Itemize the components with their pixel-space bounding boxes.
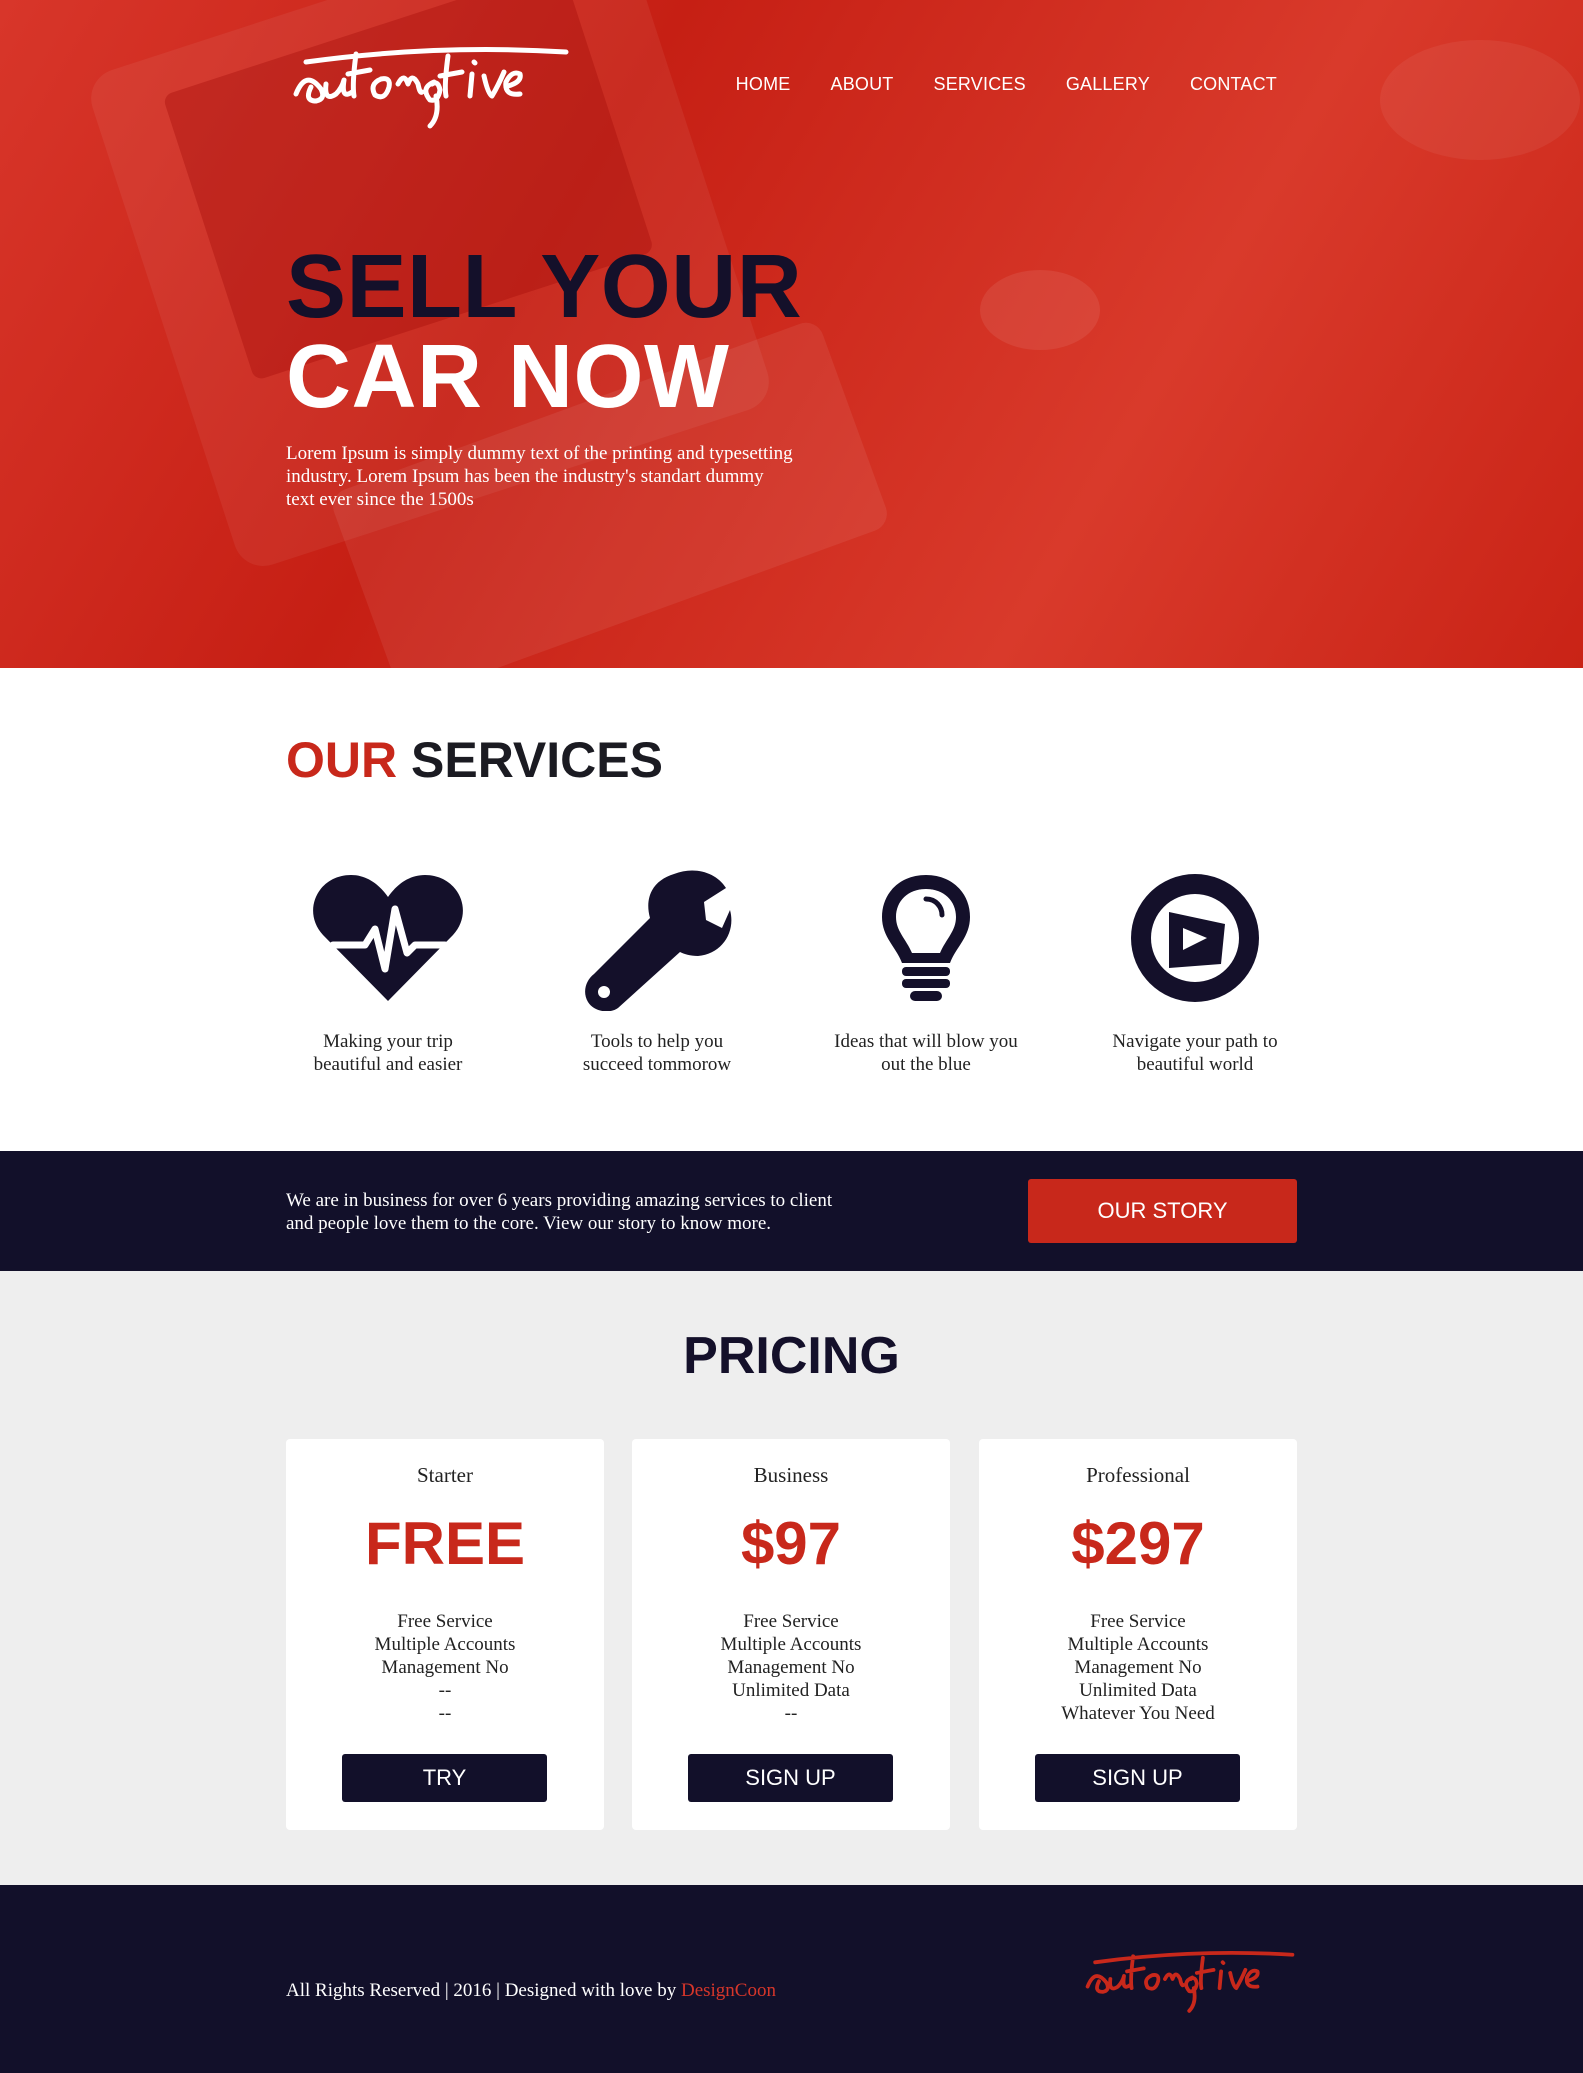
try-button[interactable]: TRY bbox=[342, 1754, 547, 1802]
nav-home[interactable]: HOME bbox=[736, 74, 791, 95]
footer: All Rights Reserved | 2016 | Designed wi… bbox=[0, 1885, 1583, 2073]
plan-price: $97 bbox=[740, 1510, 842, 1577]
plan-feature: Free Service bbox=[1090, 1611, 1186, 1632]
our-story-button[interactable]: OUR STORY bbox=[1028, 1179, 1297, 1243]
plan-feature: Management No bbox=[381, 1657, 509, 1678]
sign-up-button-professional[interactable]: SIGN UP bbox=[1035, 1754, 1240, 1802]
nav-contact[interactable]: CONTACT bbox=[1190, 74, 1277, 95]
wrench-icon bbox=[585, 870, 732, 1011]
pricing-card-professional: Professional $297 Free Service Multiple … bbox=[979, 1439, 1297, 1830]
nav-services[interactable]: SERVICES bbox=[934, 74, 1026, 95]
plan-name: Professional bbox=[1086, 1463, 1190, 1487]
services-title-accent: OUR bbox=[286, 732, 398, 788]
services-title: OUR SERVICES bbox=[286, 731, 663, 789]
service-item: Tools to help you succeed tommorow bbox=[527, 868, 787, 1076]
plan-feature: Unlimited Data bbox=[1079, 1680, 1197, 1701]
service-caption: Tools to help you succeed tommorow bbox=[582, 1031, 732, 1075]
plan-name: Starter bbox=[417, 1463, 473, 1487]
plan-price: FREE bbox=[364, 1510, 526, 1577]
pricing-section: PRICING Starter FREE Free Service Multip… bbox=[0, 1271, 1583, 1885]
pricing-card-business: Business $97 Free Service Multiple Accou… bbox=[632, 1439, 950, 1830]
sign-up-button-business[interactable]: SIGN UP bbox=[688, 1754, 893, 1802]
service-caption: Making your trip beautiful and easier bbox=[313, 1031, 463, 1075]
service-caption: Ideas that will blow you out the blue bbox=[834, 1031, 1018, 1075]
plan-feature: Management No bbox=[727, 1657, 855, 1678]
story-bar: We are in business for over 6 years prov… bbox=[0, 1151, 1583, 1271]
plan-features: Free Service Multiple Accounts Managemen… bbox=[979, 1610, 1297, 1725]
heartbeat-icon bbox=[313, 875, 463, 1001]
nav-gallery[interactable]: GALLERY bbox=[1066, 74, 1150, 95]
hero-description: Lorem Ipsum is simply dummy text of the … bbox=[286, 443, 793, 510]
plan-feature: Multiple Accounts bbox=[720, 1634, 862, 1655]
plan-feature: Free Service bbox=[743, 1611, 839, 1632]
compass-icon bbox=[1131, 874, 1259, 1002]
hero-section: HOME ABOUT SERVICES GALLERY CONTACT SELL… bbox=[0, 0, 1583, 668]
automotive-logo-footer[interactable] bbox=[1080, 1937, 1300, 2021]
plan-price: $297 bbox=[1071, 1510, 1205, 1577]
plan-feature: Multiple Accounts bbox=[374, 1634, 516, 1655]
plan-feature: -- bbox=[438, 1680, 452, 1701]
service-item: Making your trip beautiful and easier bbox=[258, 868, 518, 1076]
main-menu: HOME ABOUT SERVICES GALLERY CONTACT bbox=[736, 74, 1277, 95]
plan-feature: Multiple Accounts bbox=[1067, 1634, 1209, 1655]
hero-title-line1: SELL YOUR bbox=[286, 237, 803, 337]
plan-features: Free Service Multiple Accounts Managemen… bbox=[632, 1610, 950, 1725]
plan-feature: -- bbox=[438, 1703, 452, 1724]
footer-copyright: All Rights Reserved | 2016 | Designed wi… bbox=[286, 1980, 776, 2001]
plan-feature: Management No bbox=[1074, 1657, 1202, 1678]
services-section: OUR SERVICES Making your trip beautiful … bbox=[0, 668, 1583, 1151]
plan-features: Free Service Multiple Accounts Managemen… bbox=[286, 1610, 604, 1725]
service-item: Navigate your path to beautiful world bbox=[1065, 868, 1325, 1076]
plan-feature: Free Service bbox=[397, 1611, 493, 1632]
service-item: Ideas that will blow you out the blue bbox=[796, 868, 1056, 1076]
lightbulb-icon bbox=[882, 874, 970, 1001]
pricing-card-starter: Starter FREE Free Service Multiple Accou… bbox=[286, 1439, 604, 1830]
story-text: We are in business for over 6 years prov… bbox=[286, 1190, 833, 1234]
hero-title: SELL YOUR CAR NOW bbox=[286, 242, 802, 422]
hero-title-line2: CAR NOW bbox=[286, 327, 730, 427]
plan-feature: Whatever You Need bbox=[1061, 1703, 1215, 1724]
designer-link[interactable]: DesignCoon bbox=[681, 1980, 776, 2001]
nav-about[interactable]: ABOUT bbox=[830, 74, 893, 95]
plan-feature: Unlimited Data bbox=[732, 1680, 850, 1701]
services-title-rest: SERVICES bbox=[411, 732, 663, 788]
service-caption: Navigate your path to beautiful world bbox=[1112, 1031, 1278, 1075]
pricing-title: PRICING bbox=[683, 1327, 900, 1385]
automotive-logo[interactable] bbox=[286, 34, 576, 134]
plan-name: Business bbox=[753, 1463, 829, 1487]
plan-feature: -- bbox=[784, 1703, 798, 1724]
